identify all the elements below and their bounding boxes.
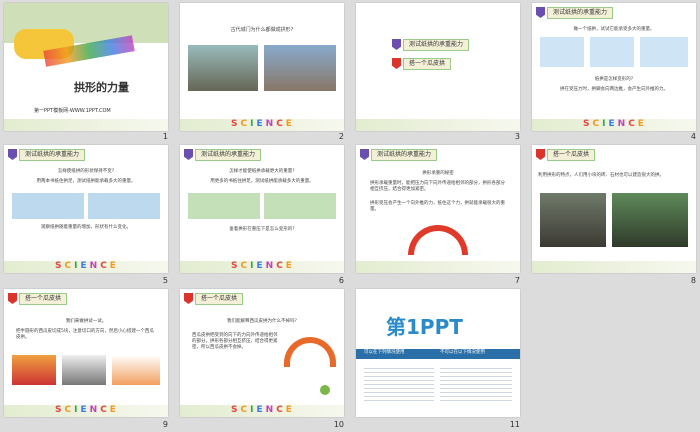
science-logo: SCIENCE (55, 261, 117, 271)
slide-title: 拱形的力量 (74, 81, 129, 94)
slide-11[interactable]: 第1PPT 可以在下列情况使用 不可以在以下情况使用 (356, 289, 520, 417)
body-text-2: 把半圆形的西瓜皮切成5块，注意切口的方向，然后小心搭建一个西瓜皮拱。 (16, 329, 154, 340)
paper-arch-stacked-books-photo-1 (188, 193, 260, 219)
bookmark-icon (184, 149, 193, 160)
footer-bar (4, 119, 168, 131)
paper-arch-books-photo-2 (88, 193, 160, 219)
arch-diagram (408, 225, 468, 255)
slide-number: 11 (509, 420, 520, 429)
bookmark-icon (536, 7, 545, 18)
city-gate-photo-2 (264, 45, 336, 91)
brand-logo: 第1PPT (386, 315, 463, 339)
stone-arch-photo-1 (540, 193, 606, 247)
footer-bar (356, 119, 520, 131)
slide-header: 测试纸拱的承重能力 (184, 148, 262, 161)
paper-arch-books-photo-1 (12, 193, 84, 219)
allowed-list (364, 365, 434, 401)
toc-item-1[interactable]: 测试纸拱的承重能力 (392, 38, 470, 51)
slide-4[interactable]: 测试纸拱的承重能力 做一个纸拱，试试它能承受多大的重量。 纸拱是怎样变形的? 拱… (532, 3, 696, 131)
slide-9[interactable]: 搭一个瓜皮拱 我们来做拱试一试。 把半圆形的西瓜皮切成5块，注意切口的方向，然后… (4, 289, 168, 417)
bookmark-icon (360, 149, 369, 160)
watermelon-photo-1 (12, 355, 56, 385)
slide-10[interactable]: 搭一个瓜皮拱 我们能解释西瓜皮拱为什么不掉吗? 西瓜皮拱把受到的向下的力向外传递… (180, 289, 344, 417)
question-text: 纸拱是怎样变形的? (594, 77, 634, 82)
body-text: 利用拱形的特点，人们用小块的砖、石材也可以建造很大的拱。 (538, 173, 664, 178)
watermelon-arch-image (284, 337, 336, 367)
slide-number: 7 (514, 276, 520, 285)
slide-6[interactable]: 测试纸拱的承重能力 怎样才能使纸拱承载更大的重量? 用更多的书抵住拱足，测试纸拱… (180, 145, 344, 273)
observation-text: 观察纸拱随着重量的增加，形状有什么变化。 (41, 225, 131, 230)
watermelon-arch-photo-3 (112, 355, 160, 385)
slide-number: 1 (162, 132, 168, 141)
slide-number: 3 (514, 132, 520, 141)
slide-header: 测试纸拱的承重能力 (360, 148, 438, 161)
instruction-text: 用更多的书抵住拱足，测试纸拱能承载多大的重量。 (210, 179, 314, 184)
city-gate-photo-1 (188, 45, 258, 91)
slide-header: 测试纸拱的承重能力 (536, 6, 614, 19)
not-allowed-column-title: 不可以在以下情况使用 (440, 350, 485, 355)
science-logo: SCIENCE (583, 119, 645, 129)
not-allowed-list (440, 365, 512, 401)
bookmark-icon (536, 149, 545, 160)
answer-text: 西瓜皮拱把受到的向下的力向外传递给相邻的部分，拱形各部分相互挤压，结合得更紧密，… (192, 333, 278, 350)
paper-arch-photo-2 (590, 37, 634, 67)
slide-caption: 古代城门为什么都做成拱形? (230, 27, 294, 33)
footer-bar (356, 261, 520, 273)
science-logo: SCIENCE (55, 405, 117, 415)
science-logo: SCIENCE (231, 405, 293, 415)
slide-number: 5 (162, 276, 168, 285)
question-text-2: 垂着拱形在重压下是怎么变形的? (229, 227, 295, 232)
slide-2[interactable]: 古代城门为什么都做成拱形? SCIENCE (180, 3, 344, 131)
body-text-2: 拱形受压会产生一个向外推的力，抵住这个力，拱就能承载很大的重量。 (370, 201, 505, 212)
footer-bar (532, 261, 696, 273)
slide-number: 4 (690, 132, 696, 141)
slide-header: 搭一个瓜皮拱 (536, 148, 596, 161)
bookmark-icon (8, 293, 17, 304)
toc-item-2[interactable]: 搭一个瓜皮拱 (392, 57, 452, 70)
slide-subtitle: 第一PPT模板网-WWW.1PPT.COM (34, 108, 111, 114)
slide-3[interactable]: 测试纸拱的承重能力 搭一个瓜皮拱 (356, 3, 520, 131)
slide-header: 搭一个瓜皮拱 (184, 292, 244, 305)
explanation-text: 拱在受压力时，拱脚会向两边推，会产生向外推的力。 (560, 87, 668, 92)
section-title: 拱形承重的秘密 (422, 171, 454, 176)
watermelon-icon (320, 385, 330, 395)
slide-7[interactable]: 测试纸拱的承重能力 拱形承重的秘密 拱形承载重量时，能把压力向下向外传递给相邻的… (356, 145, 520, 273)
bookmark-icon (8, 149, 17, 160)
slide-number: 6 (338, 276, 344, 285)
slide-number: 10 (333, 420, 344, 429)
bookmark-icon (184, 293, 193, 304)
slide-header: 搭一个瓜皮拱 (8, 292, 68, 305)
bookmark-icon (392, 58, 401, 69)
slide-number: 8 (690, 276, 696, 285)
watermelon-photo-2 (62, 355, 106, 385)
slide-number: 9 (162, 420, 168, 429)
paper-arch-photo-3 (640, 37, 688, 67)
instruction-text: 做一个纸拱，试试它能承受多大的重量。 (573, 27, 655, 32)
stone-bridge-photo-2 (612, 193, 688, 247)
science-logo: SCIENCE (231, 261, 293, 271)
bookmark-icon (392, 39, 401, 50)
question-text: 怎样使纸拱的形状保持不变? (57, 169, 115, 174)
slide-header: 测试纸拱的承重能力 (8, 148, 86, 161)
instruction-text: 用两本书抵住拱足，测试纸拱能承载多大的重量。 (36, 179, 136, 184)
paper-arch-stacked-books-photo-2 (264, 193, 336, 219)
slide-number: 2 (338, 132, 344, 141)
slide-5[interactable]: 测试纸拱的承重能力 怎样使纸拱的形状保持不变? 用两本书抵住拱足，测试纸拱能承载… (4, 145, 168, 273)
science-logo: SCIENCE (231, 119, 293, 129)
slide-1[interactable]: 拱形的力量 第一PPT模板网-WWW.1PPT.COM (4, 3, 168, 131)
question-text: 我们能解释西瓜皮拱为什么不掉吗? (227, 319, 297, 324)
paper-arch-photo-1 (540, 37, 584, 67)
slide-8[interactable]: 搭一个瓜皮拱 利用拱形的特点，人们用小块的砖、石材也可以建造很大的拱。 (532, 145, 696, 273)
allowed-column-title: 可以在下列情况使用 (364, 350, 405, 355)
question-text: 怎样才能使纸拱承载更大的重量? (229, 169, 295, 174)
body-text-1: 我们来做拱试一试。 (65, 319, 107, 324)
body-text-1: 拱形承载重量时，能把压力向下向外传递给相邻的部分，拱形各部分相互挤压，结合得更加… (370, 181, 505, 192)
